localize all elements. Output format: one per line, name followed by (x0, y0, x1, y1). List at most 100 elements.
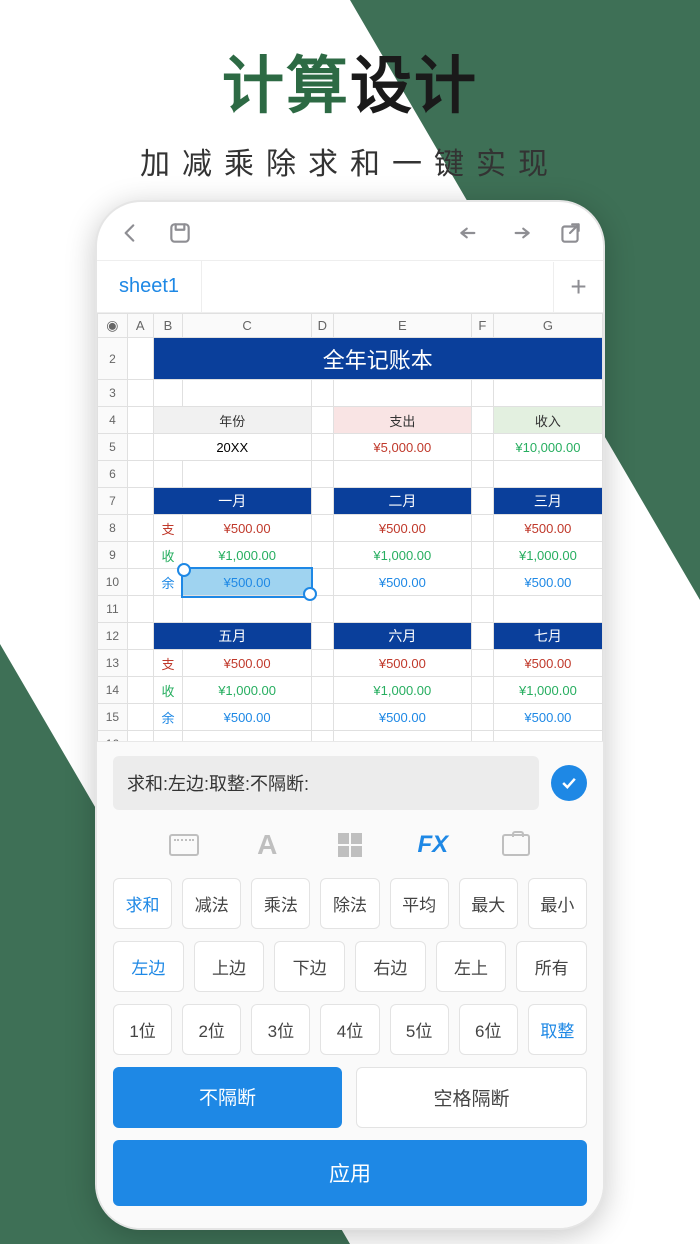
cell-may-exp[interactable]: ¥500.00 (183, 650, 311, 677)
col-B[interactable]: B (153, 314, 183, 338)
layout-icon[interactable] (333, 830, 367, 860)
op-max[interactable]: 最大 (459, 878, 518, 929)
selected-cell[interactable]: ¥500.00 (183, 569, 311, 596)
digit-6[interactable]: 6位 (459, 1004, 518, 1055)
month-jun[interactable]: 六月 (333, 623, 471, 650)
font-icon[interactable]: A (250, 830, 284, 860)
cell-income[interactable]: ¥10,000.00 (493, 434, 602, 461)
col-D[interactable]: D (311, 314, 333, 338)
cell-jul-bal[interactable]: ¥500.00 (493, 704, 602, 731)
back-icon[interactable] (117, 220, 143, 246)
dir-topleft[interactable]: 左上 (436, 941, 507, 992)
op-mul[interactable]: 乘法 (251, 878, 310, 929)
function-panel: 求和:左边:取整:不隔断: A FX 求和 减法 乘法 除法 平均 最大 最小 … (97, 741, 603, 1228)
redo-icon[interactable] (507, 220, 533, 246)
hdr-income[interactable]: 收入 (493, 407, 602, 434)
row-10[interactable]: 10 (98, 569, 128, 596)
row-3[interactable]: 3 (98, 380, 128, 407)
col-C[interactable]: C (183, 314, 311, 338)
row-13[interactable]: 13 (98, 650, 128, 677)
cell-jul-inc[interactable]: ¥1,000.00 (493, 677, 602, 704)
dir-left[interactable]: 左边 (113, 941, 184, 992)
cell-feb-bal[interactable]: ¥500.00 (333, 569, 471, 596)
cell-jan-exp[interactable]: ¥500.00 (183, 515, 311, 542)
digit-2[interactable]: 2位 (182, 1004, 241, 1055)
label-zhi1[interactable]: 支 (153, 515, 183, 542)
share-icon[interactable] (557, 220, 583, 246)
formula-input[interactable]: 求和:左边:取整:不隔断: (113, 756, 539, 810)
hdr-year[interactable]: 年份 (153, 407, 311, 434)
col-E[interactable]: E (333, 314, 471, 338)
row-5[interactable]: 5 (98, 434, 128, 461)
op-sub[interactable]: 减法 (182, 878, 241, 929)
hero: 计算设计 加减乘除求和一键实现 (0, 0, 700, 183)
cell-mar-inc[interactable]: ¥1,000.00 (493, 542, 602, 569)
briefcase-icon[interactable] (499, 830, 533, 860)
dir-top[interactable]: 上边 (194, 941, 265, 992)
cell-may-bal[interactable]: ¥500.00 (183, 704, 311, 731)
title-banner[interactable]: 全年记账本 (153, 338, 602, 380)
dir-bottom[interactable]: 下边 (274, 941, 345, 992)
op-sum[interactable]: 求和 (113, 878, 172, 929)
tab-sheet1[interactable]: sheet1 (97, 261, 202, 312)
row-9[interactable]: 9 (98, 542, 128, 569)
add-sheet-button[interactable]: + (553, 262, 603, 312)
apply-button[interactable]: 应用 (113, 1140, 587, 1206)
row-7[interactable]: 7 (98, 488, 128, 515)
month-jan[interactable]: 一月 (153, 488, 311, 515)
op-avg[interactable]: 平均 (390, 878, 449, 929)
month-may[interactable]: 五月 (153, 623, 311, 650)
op-div[interactable]: 除法 (320, 878, 379, 929)
row-2[interactable]: 2 (98, 338, 128, 380)
cell-jan-inc[interactable]: ¥1,000.00 (183, 542, 311, 569)
cell-jul-exp[interactable]: ¥500.00 (493, 650, 602, 677)
digit-3[interactable]: 3位 (251, 1004, 310, 1055)
nobreak-button[interactable]: 不隔断 (113, 1067, 342, 1128)
toolbar (97, 202, 603, 260)
cell-mar-exp[interactable]: ¥500.00 (493, 515, 602, 542)
month-jul[interactable]: 七月 (493, 623, 602, 650)
col-A[interactable]: A (127, 314, 153, 338)
row-11[interactable]: 11 (98, 596, 128, 623)
label-yu2[interactable]: 余 (153, 704, 183, 731)
undo-icon[interactable] (457, 220, 483, 246)
spreadsheet[interactable]: ◉ A B C D E F G 2 全年记账本 3 4 年份支出收入 5 20XX ¥5… (97, 313, 603, 758)
row-4[interactable]: 4 (98, 407, 128, 434)
label-zhi2[interactable]: 支 (153, 650, 183, 677)
cell-mar-bal[interactable]: ¥500.00 (493, 569, 602, 596)
hdr-expense[interactable]: 支出 (333, 407, 471, 434)
cell-year[interactable]: 20XX (153, 434, 311, 461)
month-feb[interactable]: 二月 (333, 488, 471, 515)
cell-jun-bal[interactable]: ¥500.00 (333, 704, 471, 731)
cell-jun-inc[interactable]: ¥1,000.00 (333, 677, 471, 704)
hero-subtitle: 加减乘除求和一键实现 (0, 139, 700, 183)
row-6[interactable]: 6 (98, 461, 128, 488)
digit-1[interactable]: 1位 (113, 1004, 172, 1055)
col-G[interactable]: G (493, 314, 602, 338)
cell-jun-exp[interactable]: ¥500.00 (333, 650, 471, 677)
sheet-tabs: sheet1 + (97, 260, 603, 313)
cell-expense[interactable]: ¥5,000.00 (333, 434, 471, 461)
label-shou2[interactable]: 收 (153, 677, 183, 704)
dir-all[interactable]: 所有 (516, 941, 587, 992)
row-15[interactable]: 15 (98, 704, 128, 731)
fx-icon[interactable]: FX (416, 830, 450, 860)
cell-may-inc[interactable]: ¥1,000.00 (183, 677, 311, 704)
digit-round[interactable]: 取整 (528, 1004, 587, 1055)
select-all[interactable]: ◉ (98, 314, 128, 338)
digit-4[interactable]: 4位 (320, 1004, 379, 1055)
save-icon[interactable] (167, 220, 193, 246)
month-mar[interactable]: 三月 (493, 488, 602, 515)
cell-feb-inc[interactable]: ¥1,000.00 (333, 542, 471, 569)
row-8[interactable]: 8 (98, 515, 128, 542)
row-14[interactable]: 14 (98, 677, 128, 704)
digit-5[interactable]: 5位 (390, 1004, 449, 1055)
cell-feb-exp[interactable]: ¥500.00 (333, 515, 471, 542)
confirm-button[interactable] (551, 765, 587, 801)
keyboard-icon[interactable] (167, 830, 201, 860)
spacebreak-button[interactable]: 空格隔断 (356, 1067, 587, 1128)
row-12[interactable]: 12 (98, 623, 128, 650)
dir-right[interactable]: 右边 (355, 941, 426, 992)
op-min[interactable]: 最小 (528, 878, 587, 929)
col-F[interactable]: F (471, 314, 493, 338)
